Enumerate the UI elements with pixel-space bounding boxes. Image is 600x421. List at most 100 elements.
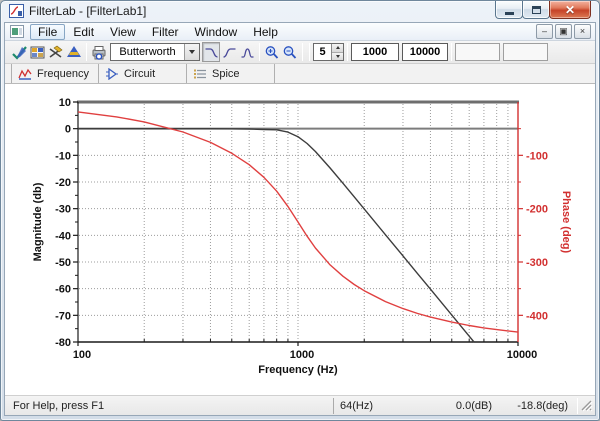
tabbar: Frequency Circuit Spice [5,64,595,84]
child-close-button[interactable]: × [574,24,591,39]
approximation-select[interactable]: Butterworth [110,43,200,61]
zoom-out-button[interactable] [281,42,299,62]
minimize-button[interactable] [495,1,523,19]
extra-field-2 [503,43,548,61]
toolbar-separator [302,43,303,61]
child-minimize-button[interactable]: – [536,24,553,39]
x-tick-label: 1000 [290,349,314,361]
window-title: FilterLab - [FilterLab1] [29,4,146,18]
highpass-button[interactable] [220,42,238,62]
spinner-down-button[interactable] [332,53,343,61]
stopband-frequency-field[interactable] [402,43,448,61]
passband-frequency-field[interactable] [351,43,399,61]
highpass-icon [222,45,237,59]
chevron-up-icon [336,46,340,49]
tab-label: Frequency [37,68,89,80]
print-button[interactable] [90,42,108,62]
spinner-up-button[interactable] [332,44,343,53]
cursor-readout-panel: 64(Hz) 0.0(dB) -18.8(deg) [333,398,578,414]
app-body: File Edit View Filter Window Help – ▣ × [4,22,596,416]
y-right-axis-title: Phase (deg) [560,191,572,254]
resize-grip[interactable] [580,399,593,412]
y-left-tick-label: 10 [59,97,71,109]
cursor-frequency-value: 64(Hz) [334,400,404,412]
toolbar-separator [309,43,310,61]
pyramid-icon [66,45,82,60]
x-tick-label: 10000 [507,349,538,361]
antialias-wizard-icon [48,45,64,60]
combo-arrow-button[interactable] [184,44,199,60]
y-left-tick-label: -30 [55,204,71,216]
y-right-tick-label: -300 [526,257,548,269]
minimize-icon [505,12,514,15]
bode-plot[interactable]: 100-10-20-30-40-50-60-70-80-100-200-300-… [5,84,595,400]
lowpass-icon [204,45,219,59]
zoom-in-icon [264,45,280,60]
frequency-response-view: 100-10-20-30-40-50-60-70-80-100-200-300-… [5,84,595,395]
y-left-tick-label: -20 [55,177,71,189]
toolbar: Butterworth [5,41,595,64]
filterlab-app-icon [9,4,24,18]
y-left-tick-label: 0 [65,124,71,136]
y-left-tick-label: -60 [55,284,71,296]
x-tick-label: 100 [73,349,91,361]
y-left-tick-label: -50 [55,257,71,269]
circuit-tab-icon [105,68,119,80]
toolbar-separator [451,43,452,61]
tab-label: Spice [212,68,240,80]
y-left-tick-label: -70 [55,310,71,322]
approximation-value: Butterworth [111,44,184,60]
pyramid-button[interactable] [65,42,83,62]
chevron-down-icon [336,55,340,58]
tab-circuit[interactable]: Circuit [99,64,187,83]
child-restore-button[interactable]: ▣ [555,24,572,39]
status-help-text: For Help, press F1 [13,400,333,412]
mdi-child-buttons: – ▣ × [536,24,591,39]
y-left-tick-label: -10 [55,150,71,162]
y-right-tick-label: -100 [526,150,548,162]
y-right-tick-label: -200 [526,204,548,216]
bandpass-icon [240,45,255,59]
tab-frequency[interactable]: Frequency [11,64,99,83]
x-axis-title: Frequency (Hz) [258,364,338,376]
zoom-in-button[interactable] [263,42,281,62]
toolbar-separator [86,43,87,61]
menu-help[interactable]: Help [245,24,286,40]
menu-edit[interactable]: Edit [65,24,102,40]
maximize-icon [532,6,541,14]
filterlab-window: FilterLab - [FilterLab1] ✕ File Edit Vie… [0,0,600,421]
y-left-tick-label: -80 [55,337,71,349]
toolbar-separator [259,43,260,61]
magnitude-curve [78,129,474,342]
print-icon [91,45,107,60]
maximize-button[interactable] [522,1,550,19]
design-wizard-icon [12,45,28,60]
document-icon [10,25,24,38]
tab-spice[interactable]: Spice [187,64,275,83]
filter-order-input[interactable] [314,44,331,60]
close-icon: ✕ [565,4,575,16]
close-button[interactable]: ✕ [549,1,591,19]
cursor-magnitude-value: 0.0(dB) [404,400,492,412]
design-wizard-button[interactable] [11,42,29,62]
bandpass-button[interactable] [238,42,256,62]
extra-field-1 [455,43,500,61]
titlebar: FilterLab - [FilterLab1] ✕ [1,1,599,22]
spinner-arrows [331,44,343,60]
toolbar-separator [347,43,348,61]
menubar: File Edit View Filter Window Help – ▣ × [5,23,595,41]
template-button[interactable] [29,42,47,62]
filter-order-spinner[interactable] [313,43,344,61]
menu-filter[interactable]: Filter [144,24,187,40]
frequency-tab-icon [18,68,32,80]
cursor-phase-value: -18.8(deg) [492,400,578,412]
menu-window[interactable]: Window [187,24,246,40]
statusbar: For Help, press F1 64(Hz) 0.0(dB) -18.8(… [5,395,595,415]
menu-view[interactable]: View [102,24,144,40]
menu-file[interactable]: File [30,24,65,40]
template-icon [30,45,46,60]
caption-buttons: ✕ [496,1,591,19]
lowpass-button[interactable] [202,42,220,62]
antialias-wizard-button[interactable] [47,42,65,62]
zoom-out-icon [282,45,298,60]
